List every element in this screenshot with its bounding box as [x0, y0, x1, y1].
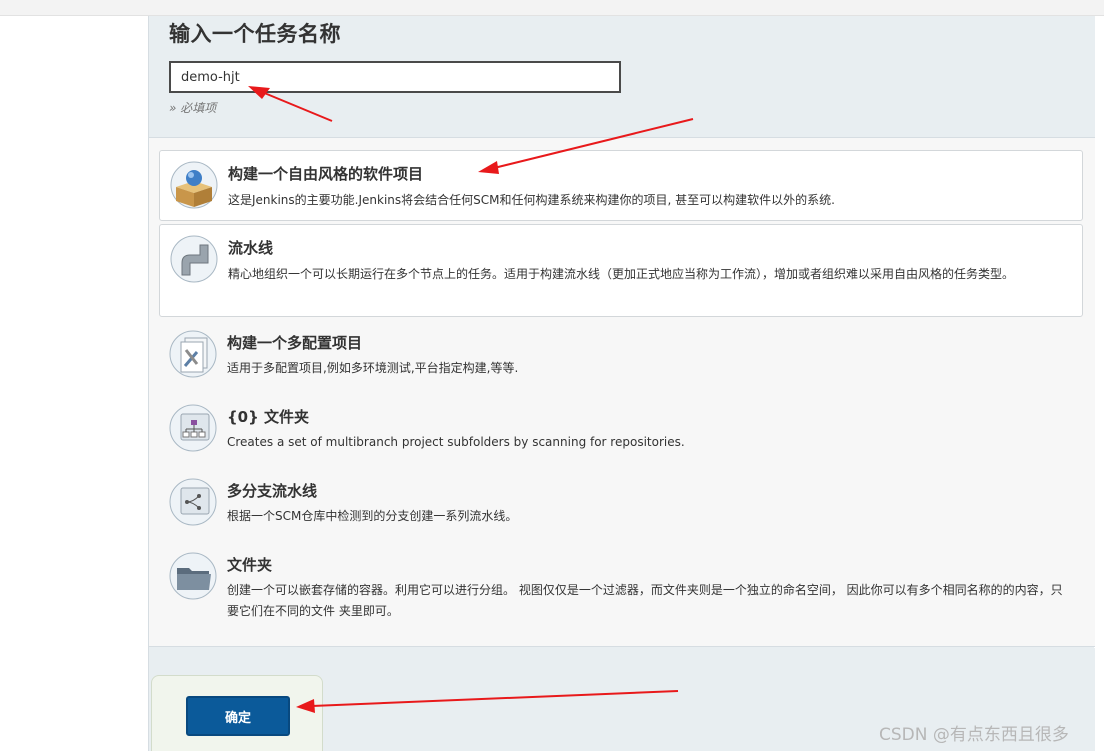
- job-type-description: Creates a set of multibranch project sub…: [227, 435, 685, 449]
- multi-config-icon: [169, 330, 217, 378]
- watermark: CSDN @有点东西且很多: [879, 725, 1069, 745]
- job-type-name: 文件夹: [227, 556, 273, 574]
- multibranch-pipeline-icon: [169, 478, 217, 526]
- item-name-input[interactable]: [169, 61, 621, 93]
- job-type-folder[interactable]: 文件夹 创建一个可以嵌套存储的容器。利用它可以进行分组。 视图仅仅是一个过滤器，…: [159, 542, 1083, 634]
- folder-icon: [169, 552, 217, 600]
- job-type-name: 流水线: [228, 239, 274, 257]
- job-type-multibranch-pipeline[interactable]: 多分支流水线 根据一个SCM仓库中检测到的分支创建一系列流水线。: [159, 468, 1083, 538]
- job-type-multi-config[interactable]: 构建一个多配置项目 适用于多配置项目,例如多环境测试,平台指定构建,等等.: [159, 320, 1083, 390]
- org-folder-icon: [169, 404, 217, 452]
- job-type-pipeline[interactable]: 流水线 精心地组织一个可以长期运行在多个节点上的任务。适用于构建流水线（更加正式…: [159, 224, 1083, 317]
- job-type-org-folder[interactable]: {0} 文件夹 Creates a set of multibranch pro…: [159, 394, 1083, 464]
- job-type-freestyle[interactable]: 构建一个自由风格的软件项目 这是Jenkins的主要功能.Jenkins将会结合…: [159, 150, 1083, 221]
- new-item-panel: 输入一个任务名称 » 必填项 构建一个自由风格的软件项目 这是Jenkins的主…: [148, 16, 1095, 751]
- job-type-description: 精心地组织一个可以长期运行在多个节点上的任务。适用于构建流水线（更加正式地应当称…: [228, 267, 1015, 281]
- job-type-name: 构建一个多配置项目: [227, 334, 363, 352]
- freestyle-project-icon: [170, 161, 218, 209]
- left-margin: [0, 16, 148, 751]
- job-type-list: 构建一个自由风格的软件项目 这是Jenkins的主要功能.Jenkins将会结合…: [149, 138, 1095, 647]
- page-title: 输入一个任务名称: [169, 22, 341, 46]
- job-type-name: 多分支流水线: [227, 482, 318, 500]
- ok-button-container: 确定: [151, 675, 323, 751]
- item-name-section: 输入一个任务名称 » 必填项: [149, 16, 1095, 138]
- job-type-description: 适用于多配置项目,例如多环境测试,平台指定构建,等等.: [227, 361, 519, 375]
- browser-top-strip: [0, 0, 1104, 16]
- job-type-name: 构建一个自由风格的软件项目: [228, 165, 424, 183]
- job-type-description: 创建一个可以嵌套存储的容器。利用它可以进行分组。 视图仅仅是一个过滤器，而文件夹…: [227, 583, 1063, 618]
- job-type-description: 这是Jenkins的主要功能.Jenkins将会结合任何SCM和任何构建系统来构…: [228, 193, 835, 207]
- required-note: » 必填项: [169, 101, 217, 115]
- ok-button[interactable]: 确定: [186, 696, 290, 736]
- job-type-name: {0} 文件夹: [227, 408, 310, 426]
- pipeline-icon: [170, 235, 218, 283]
- job-type-description: 根据一个SCM仓库中检测到的分支创建一系列流水线。: [227, 509, 518, 523]
